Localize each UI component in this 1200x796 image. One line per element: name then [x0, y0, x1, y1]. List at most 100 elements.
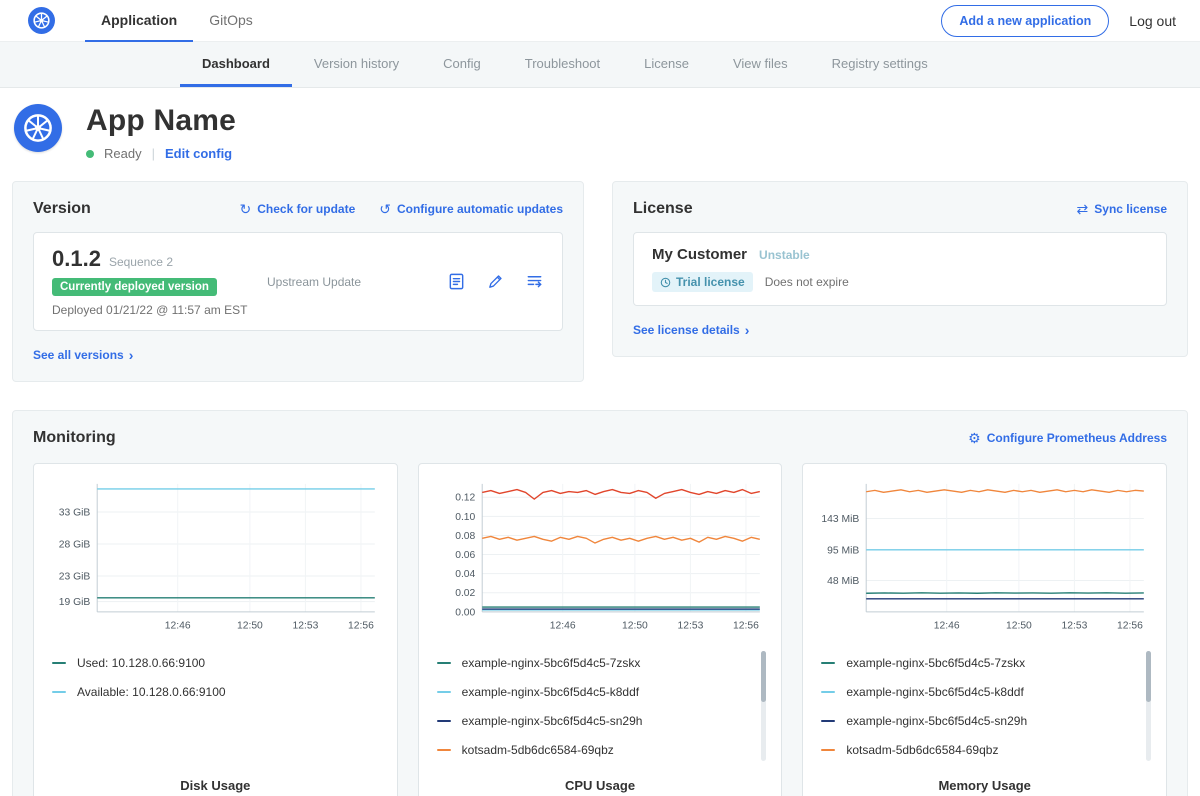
- svg-text:12:46: 12:46: [165, 621, 191, 632]
- legend-dash-icon: [821, 720, 835, 722]
- app-subnav: Dashboard Version history Config Trouble…: [0, 42, 1200, 88]
- app-title-block: App Name Ready | Edit config: [86, 104, 236, 161]
- legend-label: kotsadm-5db6dc6584-69qbz: [846, 743, 998, 757]
- version-panel: Version ↻ Check for update ↺ Configure a…: [12, 181, 584, 382]
- svg-text:23 GiB: 23 GiB: [59, 571, 91, 582]
- svg-text:19 GiB: 19 GiB: [59, 597, 91, 608]
- tab-registry-settings[interactable]: Registry settings: [810, 42, 950, 87]
- legend-dash-icon: [821, 662, 835, 664]
- memory-usage-card: 143 MiB95 MiB48 MiB12:4612:5012:5312:56 …: [802, 463, 1167, 796]
- configure-automatic-updates-button[interactable]: ↺ Configure automatic updates: [379, 202, 563, 216]
- add-application-button[interactable]: Add a new application: [941, 5, 1109, 37]
- disk-usage-chart: 33 GiB28 GiB23 GiB19 GiB12:4612:5012:531…: [46, 476, 385, 640]
- deployed-badge: Currently deployed version: [52, 278, 217, 296]
- legend-dash-icon: [52, 691, 66, 693]
- tab-view-files[interactable]: View files: [711, 42, 810, 87]
- kubernetes-logo-icon: [28, 7, 55, 34]
- legend-item: Used: 10.128.0.66:9100: [52, 648, 369, 677]
- tab-troubleshoot[interactable]: Troubleshoot: [503, 42, 622, 87]
- svg-text:0.04: 0.04: [455, 569, 475, 580]
- svg-text:12:46: 12:46: [549, 621, 575, 632]
- svg-text:95 MiB: 95 MiB: [827, 545, 859, 556]
- legend-label: Used: 10.128.0.66:9100: [77, 656, 205, 670]
- gear-icon: ⚙: [968, 431, 981, 445]
- legend-dash-icon: [52, 662, 66, 664]
- legend-label: example-nginx-5bc6f5d4c5-7zskx: [462, 656, 641, 670]
- disk-usage-legend: Used: 10.128.0.66:9100 Available: 10.128.…: [46, 648, 385, 706]
- release-notes-icon[interactable]: [447, 272, 466, 291]
- legend-item: example-nginx-5bc6f5d4c5-sn29h: [821, 706, 1138, 735]
- legend-item: example-nginx-5bc6f5d4c5-k8ddf: [821, 677, 1138, 706]
- tab-application[interactable]: Application: [85, 0, 193, 42]
- svg-text:12:56: 12:56: [1117, 621, 1143, 632]
- deployed-timestamp: Deployed 01/21/22 @ 11:57 am EST: [52, 303, 267, 317]
- legend-label: example-nginx-5bc6f5d4c5-k8ddf: [462, 685, 639, 699]
- tab-gitops[interactable]: GitOps: [193, 0, 269, 42]
- svg-text:0.08: 0.08: [455, 531, 475, 542]
- divider: |: [152, 146, 155, 161]
- svg-text:0.10: 0.10: [455, 512, 475, 523]
- license-details-box: My Customer Unstable Trial license Does …: [633, 232, 1167, 306]
- legend-dash-icon: [437, 720, 451, 722]
- svg-text:12:46: 12:46: [934, 621, 960, 632]
- memory-usage-chart: 143 MiB95 MiB48 MiB12:4612:5012:5312:56: [815, 476, 1154, 640]
- tab-version-history[interactable]: Version history: [292, 42, 421, 87]
- svg-text:12:56: 12:56: [348, 621, 374, 632]
- edit-config-link[interactable]: Edit config: [165, 146, 232, 161]
- legend-scrollbar[interactable]: [761, 651, 766, 761]
- top-nav-right: Add a new application Log out: [941, 5, 1176, 37]
- chart-line: [482, 536, 760, 543]
- svg-text:12:53: 12:53: [677, 621, 703, 632]
- sync-license-button[interactable]: ⇄ Sync license: [1077, 202, 1167, 216]
- tab-config[interactable]: Config: [421, 42, 503, 87]
- legend-label: example-nginx-5bc6f5d4c5-sn29h: [462, 714, 643, 728]
- auto-update-icon: ↺: [379, 202, 391, 216]
- monitoring-panel: Monitoring ⚙ Configure Prometheus Addres…: [12, 410, 1188, 796]
- channel-label: Unstable: [759, 248, 810, 262]
- svg-text:12:56: 12:56: [733, 621, 759, 632]
- license-title: License: [633, 200, 693, 218]
- legend-label: example-nginx-5bc6f5d4c5-7zskx: [846, 656, 1025, 670]
- chart-title: Memory Usage: [815, 764, 1154, 793]
- svg-text:143 MiB: 143 MiB: [822, 514, 860, 525]
- legend-scrollbar-thumb[interactable]: [761, 651, 766, 702]
- chevron-right-icon: ›: [129, 347, 134, 363]
- main-content: Version ↻ Check for update ↺ Configure a…: [0, 181, 1200, 796]
- legend-item: kotsadm-5db6dc6584-69qbz: [437, 735, 754, 764]
- see-license-details-link[interactable]: See license details›: [633, 322, 1167, 338]
- check-for-update-button[interactable]: ↻ Check for update: [240, 202, 356, 216]
- chart-line: [867, 490, 1145, 493]
- legend-label: example-nginx-5bc6f5d4c5-k8ddf: [846, 685, 1023, 699]
- clock-icon: [660, 277, 671, 288]
- upstream-update-label: Upstream Update: [267, 275, 361, 289]
- svg-text:0.02: 0.02: [455, 588, 475, 599]
- svg-text:28 GiB: 28 GiB: [59, 539, 91, 550]
- top-nav-tabs: Application GitOps: [85, 0, 269, 42]
- legend-scrollbar[interactable]: [1146, 651, 1151, 761]
- svg-text:0.00: 0.00: [455, 607, 475, 618]
- legend-item: Available: 10.128.0.66:9100: [52, 677, 369, 706]
- view-diff-icon[interactable]: [525, 272, 544, 291]
- svg-text:12:50: 12:50: [1006, 621, 1032, 632]
- expiry-text: Does not expire: [765, 275, 849, 289]
- see-all-versions-link[interactable]: See all versions›: [33, 347, 563, 363]
- version-sequence: Sequence 2: [109, 255, 173, 269]
- legend-scrollbar-thumb[interactable]: [1146, 651, 1151, 702]
- chevron-right-icon: ›: [745, 322, 750, 338]
- legend-dash-icon: [821, 691, 835, 693]
- customer-name: My Customer: [652, 246, 747, 263]
- sync-icon: ⇄: [1077, 202, 1089, 216]
- app-logo-icon: [14, 104, 62, 152]
- logout-button[interactable]: Log out: [1129, 13, 1176, 29]
- legend-dash-icon: [437, 691, 451, 693]
- cpu-usage-legend: example-nginx-5bc6f5d4c5-7zskx example-ng…: [431, 648, 770, 764]
- legend-item: example-nginx-5bc6f5d4c5-sn29h: [437, 706, 754, 735]
- status-text: Ready: [104, 146, 142, 161]
- tab-license[interactable]: License: [622, 42, 711, 87]
- tab-dashboard[interactable]: Dashboard: [180, 42, 292, 87]
- config-edit-icon[interactable]: [486, 272, 505, 291]
- current-version-box: 0.1.2 Sequence 2 Currently deployed vers…: [33, 232, 563, 331]
- configure-prometheus-button[interactable]: ⚙ Configure Prometheus Address: [968, 431, 1167, 445]
- legend-label: Available: 10.128.0.66:9100: [77, 685, 226, 699]
- svg-text:0.06: 0.06: [455, 550, 475, 561]
